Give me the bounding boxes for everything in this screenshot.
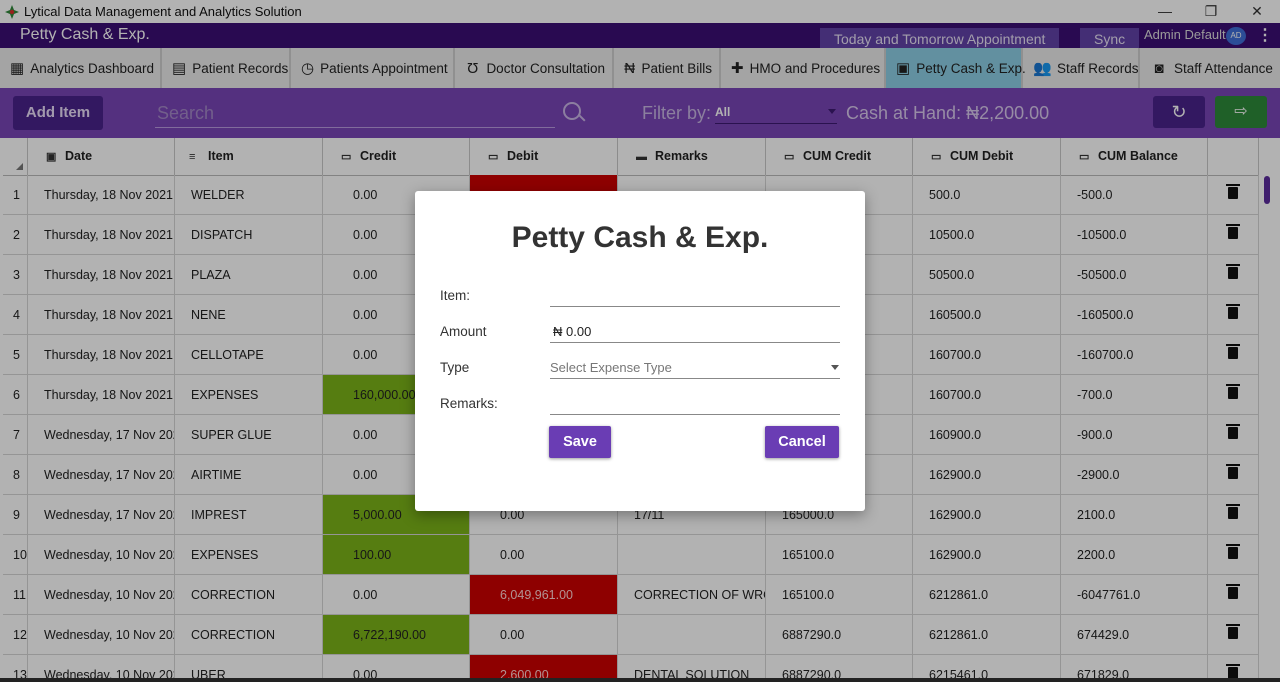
amount-label: Amount [440,324,487,339]
amount-field[interactable]: ₦ 0.00 [550,320,840,343]
naira-icon: ₦ [553,324,563,339]
expense-type-select[interactable]: Select Expense Type [550,356,840,379]
item-field[interactable] [550,284,840,307]
remarks-label: Remarks: [440,396,498,411]
window-bottom-edge [0,678,1280,682]
chevron-down-icon [831,365,839,370]
add-item-dialog: Petty Cash & Exp. Item: Amount ₦ 0.00 Ty… [415,191,865,511]
save-button[interactable]: Save [549,426,611,458]
remarks-field[interactable] [550,392,840,415]
item-label: Item: [440,288,471,303]
dialog-title: Petty Cash & Exp. [511,221,769,254]
type-label: Type [440,360,470,375]
type-placeholder: Select Expense Type [550,360,672,375]
amount-value: 0.00 [566,324,592,339]
cancel-button[interactable]: Cancel [765,426,839,458]
